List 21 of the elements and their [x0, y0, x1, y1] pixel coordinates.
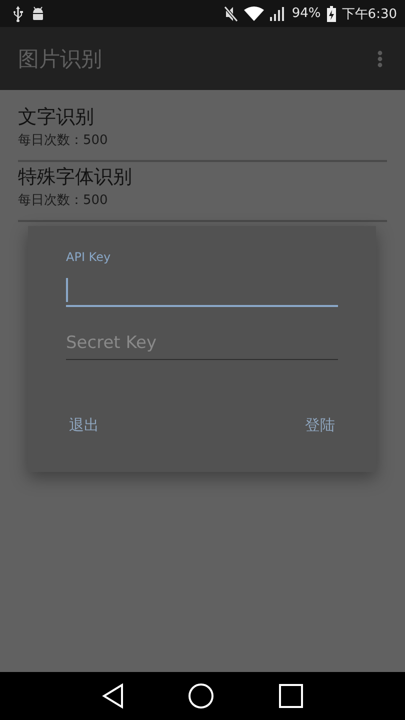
- battery-icon: [326, 6, 336, 22]
- dialog-button[interactable]: 登陆: [302, 408, 338, 443]
- clock-time: 下午6:30: [342, 6, 397, 22]
- home-icon[interactable]: [188, 683, 214, 709]
- wifi-icon: [244, 6, 264, 22]
- input-field[interactable]: Secret Key: [66, 327, 338, 360]
- recents-icon[interactable]: [278, 684, 303, 708]
- dialog-button[interactable]: 退出: [66, 408, 102, 443]
- item-title[interactable]: 特殊字体识别: [18, 162, 132, 192]
- item-subtitle: 每日次数：500: [18, 132, 108, 150]
- field-label: API Key: [66, 250, 111, 264]
- item-title[interactable]: 文字识别: [18, 102, 94, 132]
- back-icon[interactable]: [102, 683, 124, 709]
- battery-percent: 94%: [292, 6, 321, 21]
- mute-icon: [224, 6, 238, 22]
- signal-icon: [270, 6, 286, 22]
- text-cursor: [66, 278, 68, 302]
- android-icon: [30, 6, 46, 22]
- app-title: 图片识别: [18, 46, 102, 72]
- usb-icon: [12, 6, 24, 22]
- item-subtitle: 每日次数：500: [18, 192, 108, 210]
